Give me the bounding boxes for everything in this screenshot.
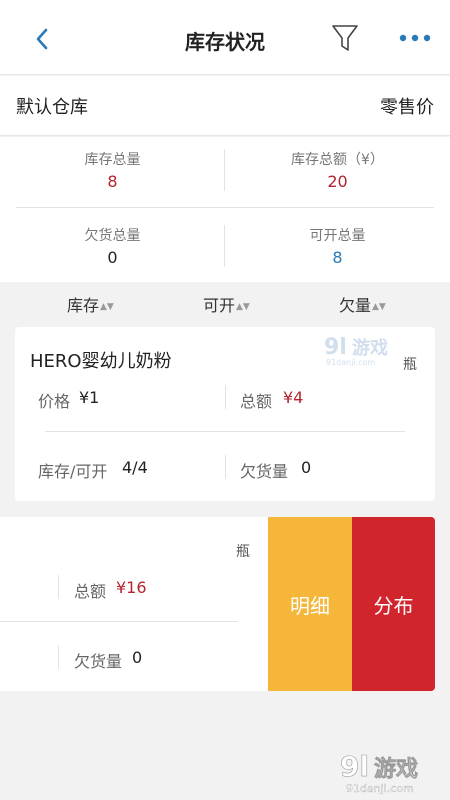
watermark-logo: 9l 游戏 91danji.com [340,750,419,795]
page-title: 库存状况 [185,30,265,54]
price-value: ¥1 [79,388,100,407]
sort-by-available[interactable]: 可开▲▼ [203,292,250,316]
amount-value: ¥16 [116,578,147,597]
product-name: HERO婴幼儿奶粉 [30,351,172,372]
owed-value: 0 [301,458,312,477]
total-owed-label: 欠货总量 [84,228,141,244]
price-type-selector[interactable]: 零售价 [380,93,434,119]
total-owed-stat: 欠货总量 0 [0,225,225,267]
price-label: 价格 [38,392,71,411]
owed-label: 欠货量 [74,652,123,671]
sort-by-stock[interactable]: 库存▲▼ [67,292,114,316]
total-amount-stat: 库存总额（¥） 20 [225,149,450,191]
available-total-value: 8 [332,248,343,267]
total-stock-stat: 库存总量 8 [0,149,225,191]
total-stock-value: 8 [107,172,118,191]
card-divider-horizontal [0,621,238,622]
sort-available-label: 可开 [203,296,236,315]
detail-button[interactable]: 明细 [268,517,352,691]
amount-value: ¥4 [283,388,304,407]
svg-text:游戏: 游戏 [352,337,388,359]
stock-available-label: 库存/可开 [38,462,108,481]
summary-divider-vertical-2 [224,225,225,267]
card-divider-vertical-2 [225,455,226,479]
warehouse-name[interactable]: 默认仓库 [16,93,88,119]
watermark-logo: 9l 游戏 91danji.com [324,335,388,367]
card-divider-vertical [225,385,226,409]
card-divider-vertical-2 [58,645,59,669]
owed-label: 欠货量 [240,462,289,481]
total-amount-value: 20 [327,172,348,191]
svg-text:9l: 9l [340,750,369,783]
svg-text:91danji.com: 91danji.com [326,358,376,367]
sort-bar: 库存▲▼ 可开▲▼ 欠量▲▼ [0,283,450,323]
owed-value: 0 [132,648,143,667]
total-owed-value: 0 [107,248,118,267]
sort-arrows-icon: ▲▼ [372,302,386,312]
available-total-label: 可开总量 [309,228,366,244]
card-divider-horizontal [45,431,405,432]
stock-available-value: 4/4 [122,458,148,477]
summary-divider-horizontal [16,207,434,208]
card-divider-vertical [58,575,59,599]
amount-label: 总额 [240,392,273,411]
warehouse-row[interactable]: 默认仓库 零售价 [0,76,450,136]
svg-text:游戏: 游戏 [374,756,418,782]
svg-text:91danji.com: 91danji.com [346,782,414,795]
svg-text:9l: 9l [324,335,347,360]
sort-arrows-icon: ▲▼ [100,302,114,312]
sort-arrows-icon: ▲▼ [236,302,250,312]
sort-stock-label: 库存 [67,296,100,315]
more-dots-icon[interactable] [398,28,432,48]
product-unit: 瓶 [236,544,250,560]
summary-divider-vertical [224,149,225,191]
product-card-swiped[interactable]: 瓶 总额 ¥16 欠货量 0 [0,517,280,691]
sort-owed-label: 欠量 [339,296,372,315]
total-stock-label: 库存总量 [84,152,141,168]
available-total-stat: 可开总量 8 [225,225,450,267]
sort-by-owed[interactable]: 欠量▲▼ [339,292,386,316]
distribution-button[interactable]: 分布 [352,517,435,691]
filter-icon[interactable] [330,22,360,54]
stock-summary: 库存总量 8 库存总额（¥） 20 欠货总量 0 可开总量 8 [0,137,450,282]
total-amount-label: 库存总额（¥） [291,152,384,168]
top-bar: 库存状况 [0,0,450,75]
amount-label: 总额 [74,582,107,601]
